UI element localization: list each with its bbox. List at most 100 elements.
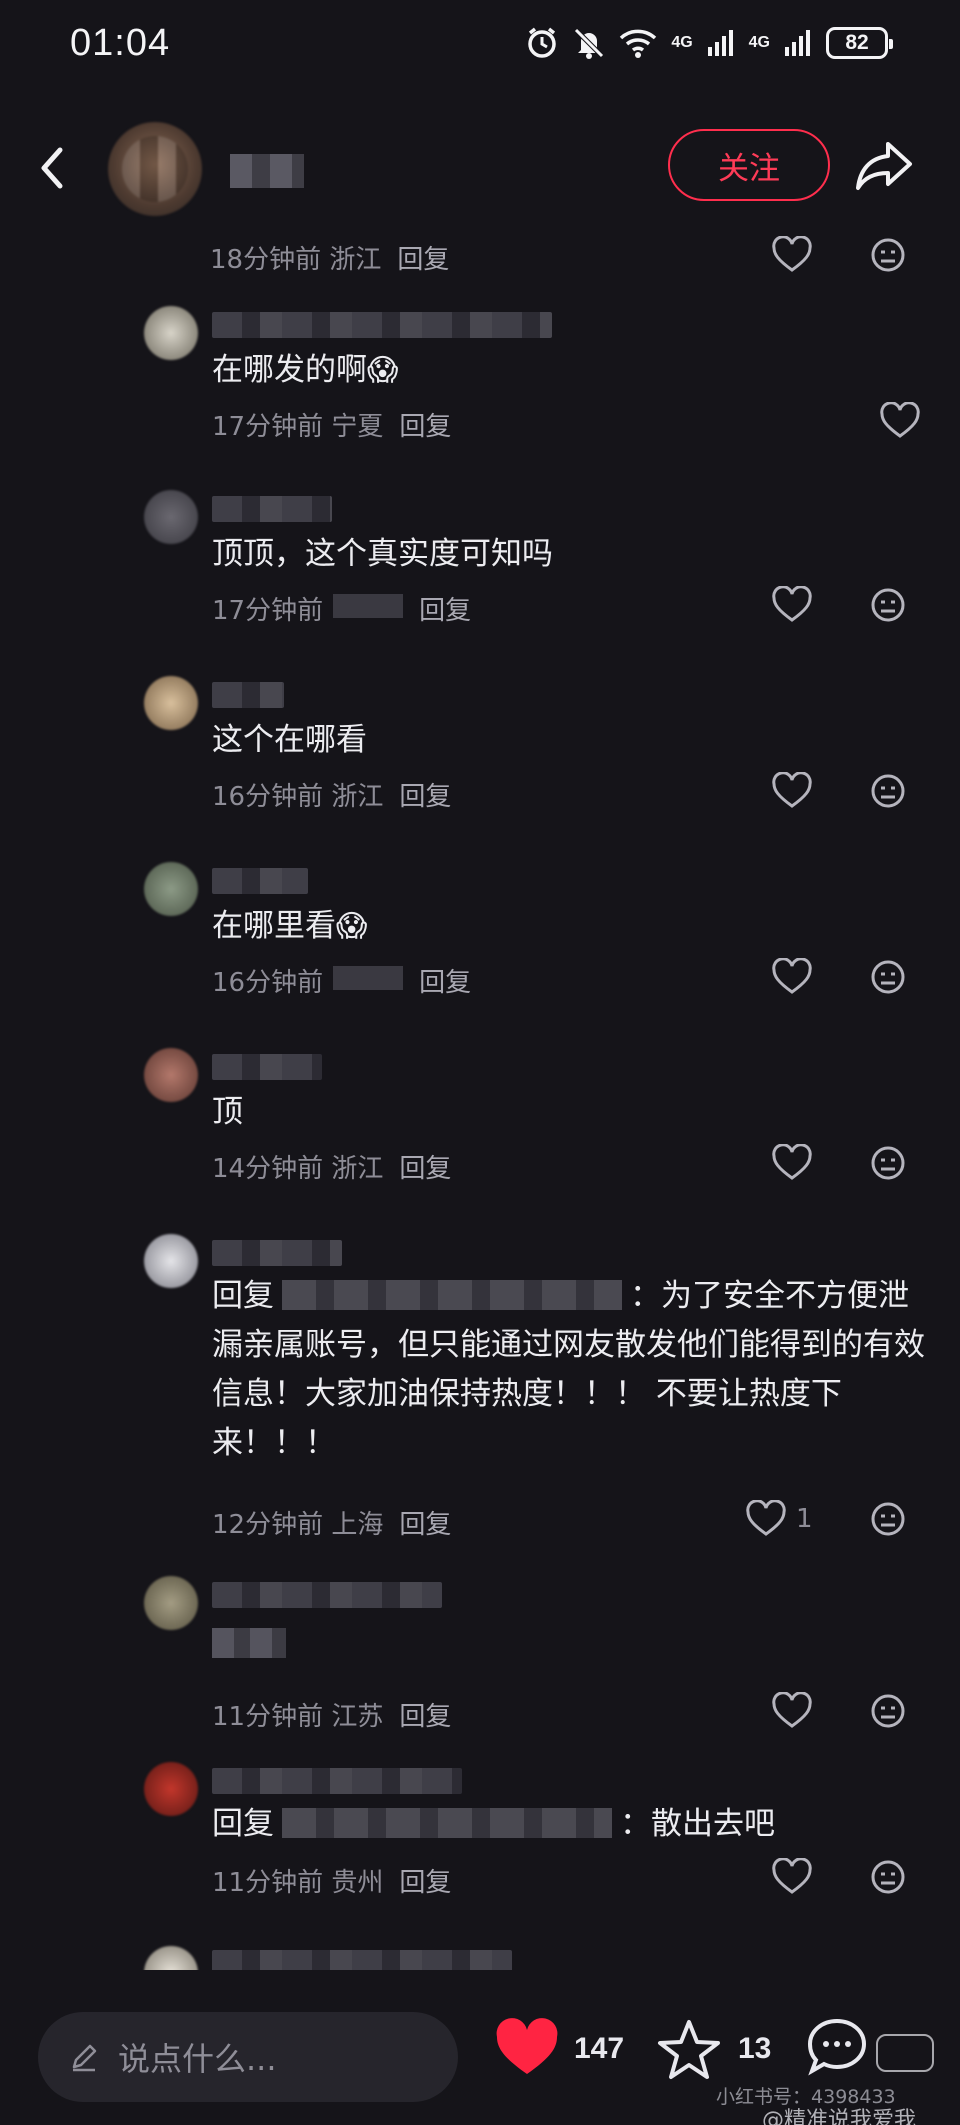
reply-link[interactable]: 回复 bbox=[397, 239, 449, 276]
follow-button[interactable]: 关注 bbox=[668, 129, 830, 201]
comment-time-location: 16分钟前 浙江 bbox=[212, 782, 384, 812]
reply-colon: ： bbox=[630, 1278, 661, 1314]
dislike-face-icon[interactable] bbox=[870, 587, 906, 623]
comment-meta: 18分钟前 浙江 回复 bbox=[210, 239, 449, 276]
comment-text: 回复 ：为了安全不方便泄漏亲属账号，但只能通过网友散发他们能得到的有效信息！大家加… bbox=[212, 1272, 932, 1468]
commenter-name-blurred[interactable] bbox=[212, 496, 332, 522]
like-count: 147 bbox=[574, 2032, 625, 2065]
like-filled-icon[interactable] bbox=[494, 2018, 560, 2078]
reply-link[interactable]: 回复 bbox=[399, 776, 451, 813]
dislike-face-icon[interactable] bbox=[870, 773, 906, 809]
status-bar: 01:04 4G 4G 82 bbox=[0, 0, 960, 100]
weibo-watermark: @精准说我爱我 bbox=[762, 2108, 917, 2125]
dislike-face-icon[interactable] bbox=[870, 1693, 906, 1729]
commenter-name-blurred[interactable] bbox=[212, 1768, 462, 1794]
alarm-icon bbox=[528, 27, 557, 58]
comment-time-location: 11分钟前 贵州 bbox=[212, 1868, 384, 1898]
back-icon[interactable] bbox=[28, 138, 78, 198]
commenter-name-blurred[interactable] bbox=[212, 1582, 442, 1608]
comment-meta: 17分钟前 回复 bbox=[212, 590, 471, 627]
like-heart-icon[interactable] bbox=[880, 402, 920, 440]
reply-colon: ： bbox=[620, 1806, 651, 1842]
reply-prefix: 回复 bbox=[212, 1806, 274, 1842]
comment-time-location: 16分钟前 bbox=[212, 968, 324, 998]
reply-link[interactable]: 回复 bbox=[399, 1696, 451, 1733]
commenter-avatar[interactable] bbox=[144, 306, 198, 360]
comment-body: 在哪里看 bbox=[212, 908, 336, 944]
status-icons: 4G 4G 82 bbox=[525, 26, 893, 60]
dislike-face-icon[interactable] bbox=[870, 1145, 906, 1181]
replied-user-blurred[interactable] bbox=[282, 1280, 622, 1310]
dislike-face-icon[interactable] bbox=[870, 959, 906, 995]
comment-text: 在哪里看😱 bbox=[212, 902, 932, 951]
comment-time-location: 18分钟前 浙江 bbox=[210, 245, 382, 275]
reply-link[interactable]: 回复 bbox=[399, 1148, 451, 1185]
commenter-name-blurred[interactable] bbox=[212, 1950, 512, 1970]
comment-body: 散出去吧 bbox=[651, 1806, 775, 1842]
commenter-avatar[interactable] bbox=[144, 1234, 198, 1288]
comment-meta: 16分钟前 浙江 回复 bbox=[212, 776, 451, 813]
comment-input[interactable]: 说点什么... bbox=[38, 2012, 458, 2102]
crying-emoji-icon: 😱 bbox=[336, 909, 368, 944]
mute-bell-icon bbox=[574, 28, 605, 59]
like-heart-icon[interactable] bbox=[746, 1500, 786, 1538]
like-heart-icon[interactable] bbox=[772, 236, 812, 274]
commenter-avatar[interactable] bbox=[144, 490, 198, 544]
dislike-face-icon[interactable] bbox=[870, 1859, 906, 1895]
like-heart-icon[interactable] bbox=[772, 586, 812, 624]
commenter-name-blurred[interactable] bbox=[212, 312, 552, 338]
like-count: 1 bbox=[796, 1504, 813, 1534]
pencil-icon bbox=[72, 2044, 97, 2072]
reply-link[interactable]: 回复 bbox=[419, 962, 471, 999]
network-type-1: 4G bbox=[671, 34, 693, 51]
comment-meta: 12分钟前 上海 回复 bbox=[212, 1504, 451, 1541]
commenter-avatar[interactable] bbox=[144, 676, 198, 730]
author-avatar[interactable] bbox=[108, 122, 202, 216]
author-name-blurred[interactable] bbox=[230, 154, 304, 188]
comment-text: 回复 ：散出去吧 bbox=[212, 1800, 932, 1849]
dislike-face-icon[interactable] bbox=[870, 1501, 906, 1537]
comment-time-location: 11分钟前 江苏 bbox=[212, 1702, 384, 1732]
replied-user-blurred[interactable] bbox=[282, 1808, 612, 1838]
like-heart-icon[interactable] bbox=[772, 1692, 812, 1730]
commenter-avatar[interactable] bbox=[144, 1762, 198, 1816]
comment-meta: 11分钟前 江苏 回复 bbox=[212, 1696, 451, 1733]
like-heart-icon[interactable] bbox=[772, 1858, 812, 1896]
xhs-logo-watermark bbox=[876, 2034, 934, 2072]
commenter-name-blurred[interactable] bbox=[212, 868, 308, 894]
comment-text: 顶顶，这个真实度可知吗 bbox=[212, 536, 553, 572]
clock: 01:04 bbox=[70, 22, 171, 64]
reply-link[interactable]: 回复 bbox=[399, 1862, 451, 1899]
comment-list: 18分钟前 浙江 回复 在哪发的啊😱 17分钟前 宁夏 回复 顶顶，这个真实度可… bbox=[0, 222, 960, 1970]
commenter-name-blurred[interactable] bbox=[212, 682, 284, 708]
like-heart-icon[interactable] bbox=[772, 958, 812, 996]
profile-header: 关注 bbox=[0, 112, 960, 222]
commenter-avatar[interactable] bbox=[144, 862, 198, 916]
like-heart-icon[interactable] bbox=[772, 1144, 812, 1182]
dislike-face-icon[interactable] bbox=[870, 237, 906, 273]
signal-icon-2 bbox=[785, 30, 810, 56]
comment-meta: 14分钟前 浙江 回复 bbox=[212, 1148, 451, 1185]
commenter-avatar[interactable] bbox=[144, 1946, 198, 1970]
wifi-icon bbox=[620, 29, 657, 58]
network-type-2: 4G bbox=[748, 34, 770, 51]
reply-link[interactable]: 回复 bbox=[399, 406, 451, 443]
comment-meta: 16分钟前 回复 bbox=[212, 962, 471, 999]
share-icon[interactable] bbox=[852, 134, 918, 196]
commenter-name-blurred[interactable] bbox=[212, 1054, 322, 1080]
commenter-avatar[interactable] bbox=[144, 1048, 198, 1102]
comment-meta: 11分钟前 贵州 回复 bbox=[212, 1862, 451, 1899]
like-heart-icon[interactable] bbox=[772, 772, 812, 810]
star-icon[interactable] bbox=[656, 2018, 722, 2082]
comment-text: 顶 bbox=[212, 1094, 243, 1130]
commenter-name-blurred[interactable] bbox=[212, 1240, 342, 1266]
reply-link[interactable]: 回复 bbox=[399, 1504, 451, 1541]
star-count: 13 bbox=[738, 2032, 772, 2065]
comment-bubble-icon[interactable] bbox=[804, 2016, 870, 2078]
commenter-avatar[interactable] bbox=[144, 1576, 198, 1630]
battery-indicator: 82 bbox=[826, 27, 893, 59]
comment-input-placeholder: 说点什么... bbox=[118, 2040, 277, 2078]
comment-text: 在哪发的啊😱 bbox=[212, 346, 932, 395]
reply-link[interactable]: 回复 bbox=[419, 590, 471, 627]
comment-time-location: 14分钟前 浙江 bbox=[212, 1154, 384, 1184]
